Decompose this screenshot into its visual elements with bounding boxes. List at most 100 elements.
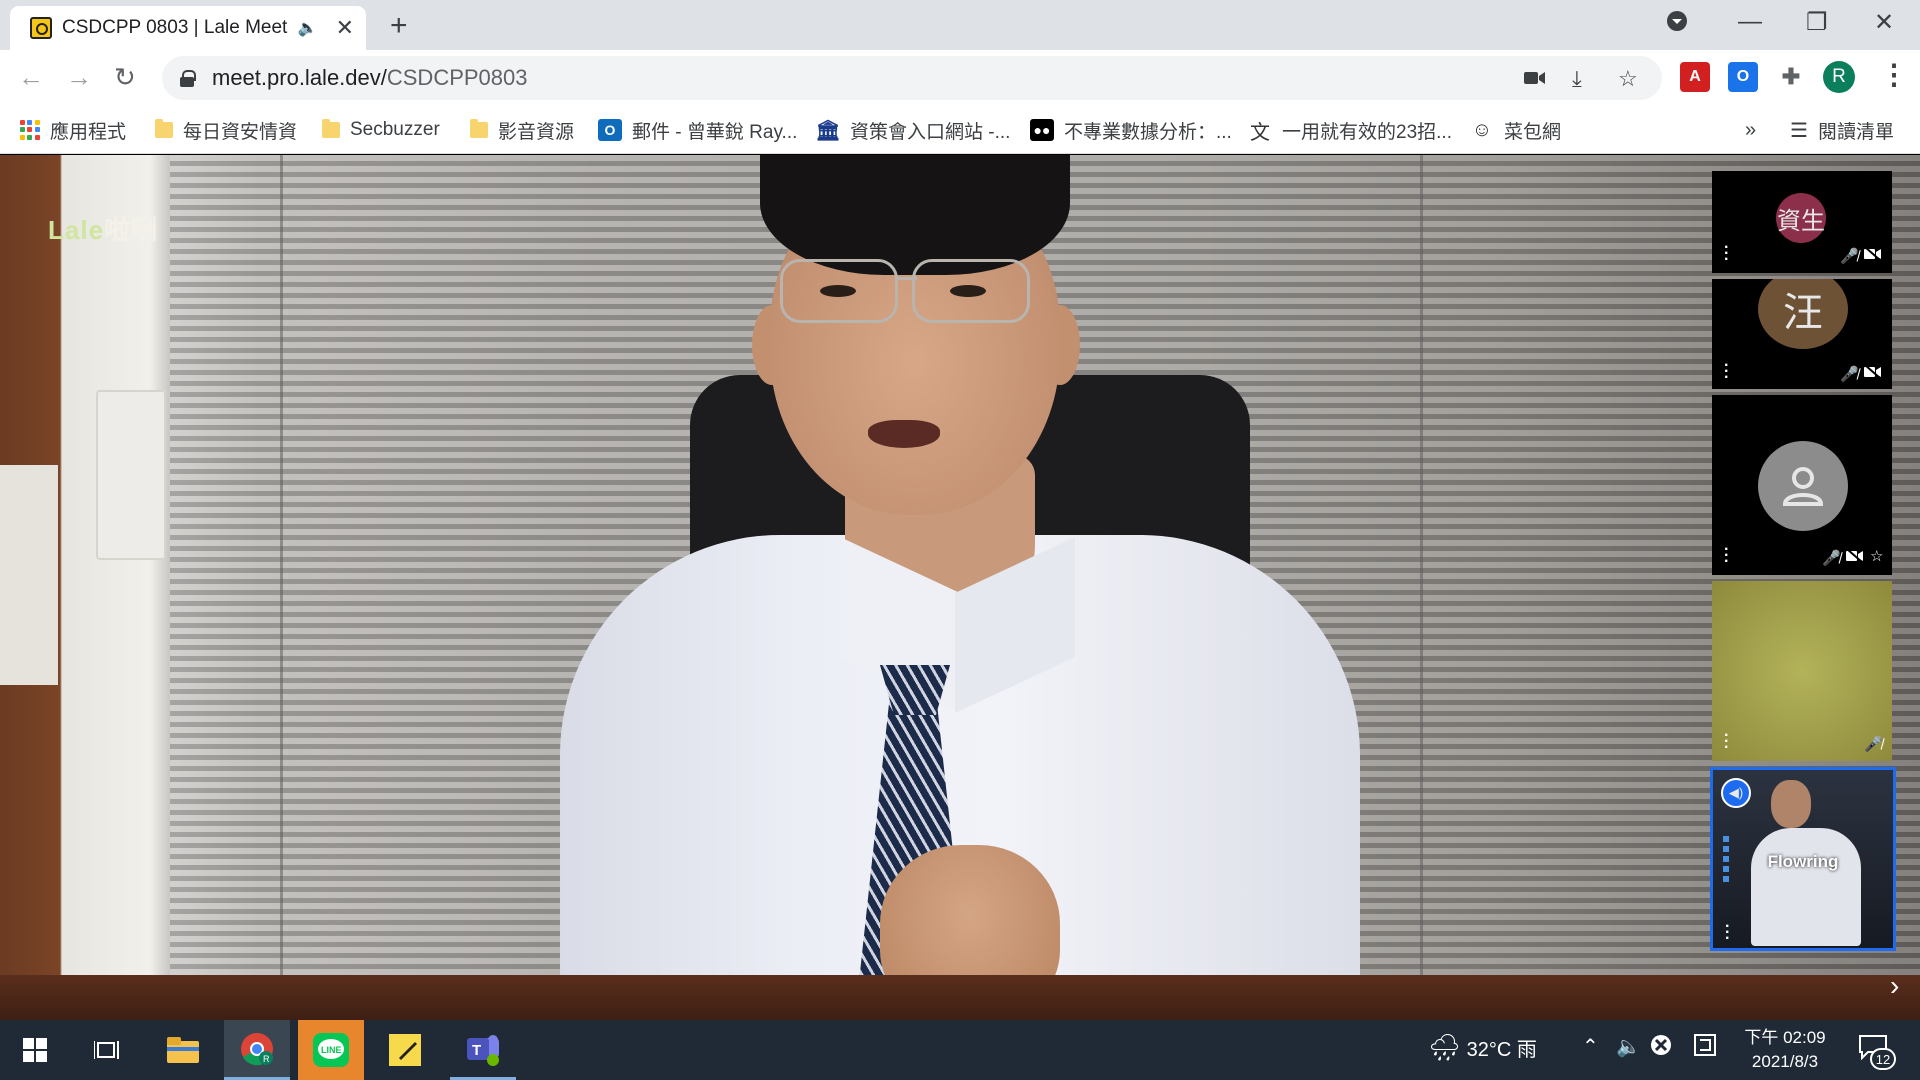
reading-list-icon: ☰ (1790, 119, 1808, 142)
reading-list-label: 閱讀清單 (1817, 121, 1894, 143)
bookmark-label: 不專業數據分析：... (1064, 121, 1232, 143)
outlook-icon: O (598, 119, 622, 141)
bookmark-label: 應用程式 (50, 121, 127, 143)
mouth (868, 420, 940, 448)
participant-menu-icon[interactable]: · · · (1724, 542, 1729, 570)
bookmark-link[interactable]: O 郵件 - 曾華銳 Ray... (598, 114, 797, 146)
camera-icon[interactable] (1524, 66, 1546, 92)
lock-icon[interactable] (180, 70, 196, 87)
mic-off-icon: 🎤̸ (1864, 736, 1883, 753)
system-clock[interactable]: 下午 02:09 2021/8/3 (1740, 1026, 1830, 1074)
minimize-button[interactable]: — (1738, 8, 1762, 36)
bookmark-label: 每日資安情資 (183, 121, 298, 143)
participant-tile[interactable]: 汪 · · · 🎤̸ (1712, 279, 1892, 389)
video-off-icon (1864, 246, 1882, 265)
lale-favicon-icon (30, 17, 52, 39)
input-method-icon[interactable] (1694, 1034, 1716, 1062)
browser-tab[interactable]: CSDCPP 0803 | Lale Meet 🔈 ✕ (10, 6, 366, 50)
bookmark-label: 菜包網 (1504, 121, 1562, 143)
file-explorer-button[interactable] (150, 1020, 216, 1080)
eye-left (820, 285, 856, 297)
watermark-part2: 啦咧 (104, 215, 159, 245)
bookmark-folder[interactable]: 影音資源 (470, 114, 574, 146)
sticky-notes-button[interactable] (372, 1020, 438, 1080)
task-view-button[interactable] (74, 1020, 140, 1080)
outlook-extension-icon[interactable]: O (1728, 62, 1758, 92)
participant-name: Flowring (1767, 852, 1839, 871)
volume-icon[interactable]: 🔈 (1616, 1034, 1641, 1059)
bookmark-apps[interactable]: 應用程式 (20, 114, 126, 146)
participant-avatar: 資生 (1776, 193, 1826, 243)
line-taskbar-button[interactable]: LINE (298, 1020, 364, 1080)
bookmarks-overflow-button[interactable]: » (1745, 114, 1756, 146)
reload-icon[interactable]: ↻ (114, 62, 136, 93)
rain-cloud-icon: 🌧 (1428, 1032, 1462, 1062)
bookmark-folder[interactable]: Secbuzzer (322, 114, 440, 146)
lale-watermark-logo: Lale啦咧 (48, 210, 158, 247)
bookmark-star-icon[interactable]: ☆ (1618, 66, 1638, 92)
weather-temp: 32°C (1466, 1039, 1512, 1061)
pdf-extension-icon[interactable]: A (1680, 62, 1710, 92)
speaker-figure (0, 155, 1920, 1020)
weather-widget[interactable]: 🌧 32°C 雨 (1428, 1032, 1537, 1063)
eye-right (950, 285, 986, 297)
bookmark-link[interactable]: 文 一用就有效的23招... (1248, 114, 1452, 146)
participant-menu-icon[interactable]: · · · (1724, 728, 1729, 756)
new-tab-button[interactable]: + (390, 9, 408, 43)
participant-menu-icon[interactable]: · · · (1724, 358, 1729, 386)
translate-icon: 文 (1248, 119, 1272, 144)
pin-star-icon[interactable]: ☆ (1870, 547, 1883, 565)
bookmark-folder[interactable]: 每日資安情資 (155, 114, 297, 146)
browser-menu-icon[interactable]: ⋮ (1880, 58, 1908, 91)
network-error-icon[interactable] (1650, 1034, 1672, 1062)
svg-text:R: R (263, 1054, 270, 1064)
teams-taskbar-button[interactable]: T (450, 1020, 516, 1080)
tab-close-icon[interactable]: ✕ (336, 15, 354, 41)
chrome-taskbar-button[interactable]: R (224, 1020, 290, 1080)
show-hidden-icons-chevron-up-icon[interactable]: ⌃ (1582, 1034, 1599, 1059)
main-video[interactable]: Lale啦咧 (0, 155, 1920, 1020)
back-arrow-icon[interactable]: ← (18, 62, 44, 93)
bookmark-label: 影音資源 (498, 121, 575, 143)
sticky-notes-icon (389, 1034, 421, 1066)
start-button[interactable] (2, 1020, 68, 1080)
participant-thumbnail-body (1751, 828, 1861, 946)
chevron-right-icon[interactable]: › (1890, 970, 1899, 1002)
institute-icon: 🏛 (815, 119, 841, 142)
speaker-icon[interactable]: 🔈 (298, 18, 318, 38)
folder-icon (470, 119, 488, 138)
bookmark-link[interactable]: 🏛 資策會入口網站 -... (815, 114, 1011, 146)
close-window-button[interactable]: ✕ (1874, 8, 1894, 37)
tab-title: CSDCPP 0803 | Lale Meet (62, 17, 288, 38)
profile-avatar[interactable]: R (1823, 61, 1855, 93)
participant-avatar: 汪 (1758, 279, 1848, 349)
install-app-icon[interactable]: ⤓ (1572, 66, 1582, 92)
folder-icon (322, 119, 340, 138)
hair (760, 155, 1070, 275)
participant-menu-icon[interactable]: · · · (1724, 240, 1729, 268)
participant-tile[interactable]: 資生 · · · 🎤̸ (1712, 171, 1892, 273)
video-off-icon (1864, 364, 1882, 383)
forward-arrow-icon[interactable]: → (66, 62, 92, 93)
participant-menu-icon[interactable]: · · · (1725, 919, 1730, 947)
bookmarks-bar: 應用程式 每日資安情資 Secbuzzer 影音資源 O 郵件 - 曾華銳 Ra… (0, 106, 1920, 154)
participant-tile[interactable]: · · · 🎤̸ (1712, 581, 1892, 761)
participant-tile[interactable]: · · · 🎤̸ ☆ (1712, 395, 1892, 575)
url-host: meet.pro.lale.dev/ (212, 65, 387, 90)
bookmark-label: 郵件 - 曾華銳 Ray... (632, 121, 798, 143)
svg-text:T: T (472, 1042, 481, 1059)
reading-list-button[interactable]: ☰ 閱讀清單 (1790, 114, 1894, 146)
bookmark-label: 資策會入口網站 -... (850, 121, 1011, 143)
default-user-avatar-icon (1758, 441, 1848, 531)
address-bar[interactable]: meet.pro.lale.dev/CSDCPP0803 ⤓ ☆ (162, 56, 1662, 100)
maximize-button[interactable]: ❐ (1806, 8, 1828, 37)
participant-thumbnail-head (1771, 780, 1811, 828)
windows-logo-icon (23, 1038, 47, 1062)
participant-tile-active[interactable]: ◀) Flowring · · · (1710, 767, 1896, 951)
bookmark-link[interactable]: ●● 不專業數據分析：... (1030, 114, 1232, 146)
bookmark-link[interactable]: ☺ 菜包網 (1470, 114, 1561, 146)
mic-off-icon: 🎤̸ (1840, 366, 1859, 383)
tab-search-icon[interactable] (1666, 10, 1688, 39)
extensions-puzzle-icon[interactable]: ✚ (1776, 62, 1806, 92)
url-path: CSDCPP0803 (386, 65, 528, 90)
